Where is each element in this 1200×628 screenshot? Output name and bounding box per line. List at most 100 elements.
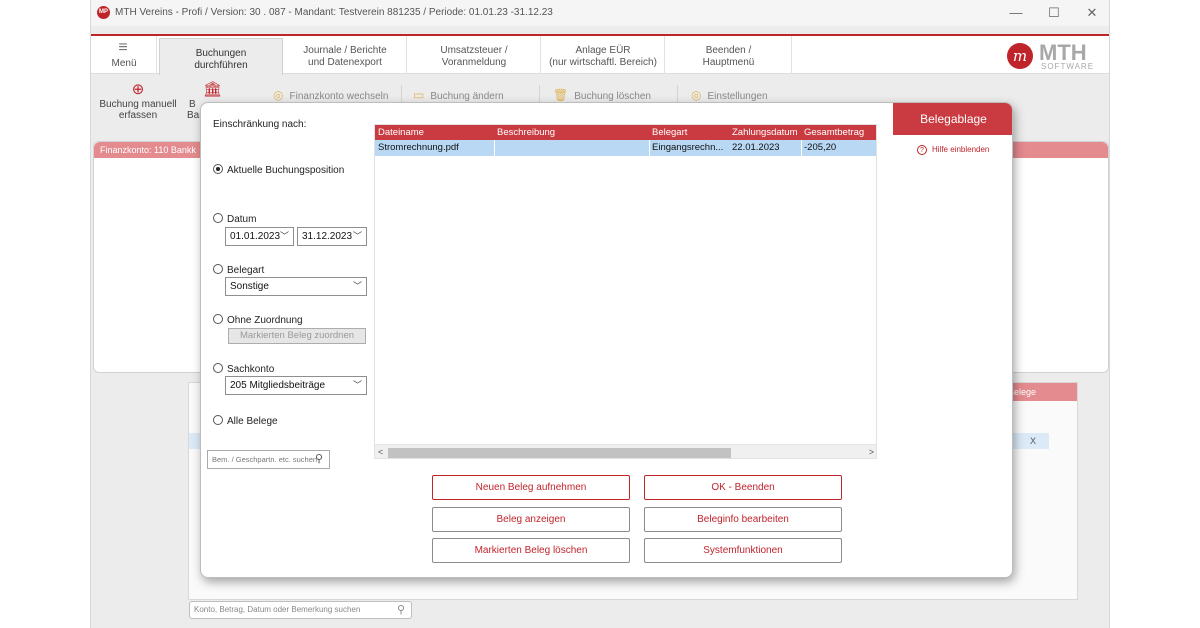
sachkonto-select[interactable]: 205 Mitgliedsbeiträge ﹀	[225, 376, 367, 395]
help-icon: ?	[917, 145, 927, 155]
brand-mark-icon: m	[1007, 43, 1033, 69]
close-button[interactable]: ✕	[1077, 3, 1107, 23]
cell-belegart: Eingangsrechn...	[652, 142, 724, 153]
buchung-manuell-line2: erfassen	[118, 110, 158, 121]
radio-icon	[213, 314, 223, 324]
scroll-right-icon[interactable]: >	[869, 447, 874, 457]
column-header-gesamtbetrag[interactable]: Gesamtbetrag	[804, 127, 864, 138]
menu-label: Menü	[111, 58, 137, 69]
settings-icon: ◎	[691, 88, 702, 102]
radio-sachkonto[interactable]: Sachkonto	[213, 363, 274, 375]
date-to-value: 31.12.2023	[302, 231, 353, 242]
beleg-search-placeholder: Bem. / Geschpartn. etc. suchen	[212, 455, 318, 464]
edit-icon: ▭	[413, 88, 425, 102]
belegart-value: Sonstige	[230, 281, 269, 292]
chevron-down-icon: ﹀	[279, 231, 289, 241]
table-row[interactable]: Stromrechnung.pdf Eingangsrechn... 22.01…	[375, 140, 876, 156]
date-from-select[interactable]: 01.01.2023 ﹀	[225, 227, 294, 246]
tab-buchungen[interactable]: Buchungen durchführen	[159, 38, 283, 76]
column-header-belegart[interactable]: Belegart	[652, 127, 687, 138]
markierten-beleg-zuordnen-button[interactable]: Markierten Beleg zuordnen	[228, 328, 366, 344]
cell-divider	[649, 140, 650, 156]
beleginfo-bearbeiten-button[interactable]: Beleginfo bearbeiten	[644, 507, 842, 532]
scrollbar-thumb[interactable]	[388, 448, 731, 458]
buchung-aendern-label: Buchung ändern	[430, 91, 504, 102]
radio-ohne-zuordnung[interactable]: Ohne Zuordnung	[213, 314, 303, 326]
hilfe-einblenden-link[interactable]: ? Hilfe einblenden	[917, 145, 989, 155]
maximize-button[interactable]: ☐	[1039, 3, 1069, 23]
belegablage-side-panel: Belegablage ? Hilfe einblenden	[893, 103, 1012, 577]
tab-journale-line1: Journale / Berichte	[303, 45, 387, 56]
app-logo-icon: MP	[97, 6, 110, 19]
minimize-button[interactable]: —	[1001, 3, 1031, 23]
tab-umsatzsteuer-line1: Umsatzsteuer /	[440, 45, 508, 56]
filter-title: Einschränkung nach:	[213, 119, 307, 130]
title-bar: MP MTH Vereins - Profi / Version: 30 . 0…	[91, 0, 1109, 26]
hilfe-einblenden-label: Hilfe einblenden	[932, 145, 990, 154]
belege-table: Dateiname Beschreibung Belegart Zahlungs…	[374, 124, 877, 459]
beleg-search-input[interactable]: Bem. / Geschpartn. etc. suchen ⚲	[207, 450, 330, 469]
scroll-left-icon[interactable]: <	[378, 447, 383, 457]
tab-beenden[interactable]: Beenden / Hauptmenü	[666, 36, 792, 74]
buchung-manuell-line1: Buchung manuell	[99, 99, 177, 110]
radio-icon	[213, 363, 223, 373]
trash-icon: 🗑	[553, 88, 569, 102]
hamburger-icon: ≡	[118, 39, 128, 56]
tab-beenden-line1: Beenden /	[705, 45, 752, 56]
belegart-select[interactable]: Sonstige ﹀	[225, 277, 367, 296]
belegablage-dialog: Einschränkung nach: Aktuelle Buchungspos…	[200, 102, 1013, 578]
systemfunktionen-button[interactable]: Systemfunktionen	[644, 538, 842, 563]
tab-anlage-eur-line2: (nur wirtschaftl. Bereich)	[549, 57, 657, 68]
belegablage-title: Belegablage	[893, 103, 1012, 135]
chevron-down-icon: ﹀	[352, 281, 362, 291]
radio-ohne-zuordnung-label: Ohne Zuordnung	[227, 315, 303, 326]
markierten-beleg-loeschen-button[interactable]: Markierten Beleg löschen	[432, 538, 630, 563]
date-to-select[interactable]: 31.12.2023 ﹀	[297, 227, 367, 246]
beleg-anzeigen-button[interactable]: Beleg anzeigen	[432, 507, 630, 532]
horizontal-scrollbar[interactable]: < >	[375, 444, 876, 458]
radio-belegart-label: Belegart	[227, 265, 265, 276]
radio-icon	[213, 415, 223, 425]
column-header-zahlungsdatum[interactable]: Zahlungsdatum	[732, 127, 797, 138]
column-header-dateiname[interactable]: Dateiname	[378, 127, 424, 138]
remove-beleg-button[interactable]: X	[1019, 433, 1047, 449]
tab-anlage-eur-line1: Anlage EÜR	[575, 45, 631, 56]
brand-logo: m MTH SOFTWARE	[1001, 40, 1101, 72]
tab-buchungen-line1: Buchungen	[195, 48, 247, 59]
column-header-beschreibung[interactable]: Beschreibung	[497, 127, 555, 138]
search-icon: ⚲	[396, 604, 405, 616]
finanzkonto-wechseln-label: Finanzkonto wechseln	[289, 91, 389, 102]
tab-beenden-line2: Hauptmenü	[702, 57, 755, 68]
buchung-aendern-button[interactable]: ▭ Buchung ändern	[413, 88, 504, 102]
chevron-down-icon: ﹀	[352, 380, 362, 390]
add-circle-icon: ⊕	[131, 81, 145, 98]
menu-button[interactable]: ≡ Menü	[91, 36, 157, 74]
radio-alle-belege[interactable]: Alle Belege	[213, 415, 278, 427]
tab-umsatzsteuer[interactable]: Umsatzsteuer / Voranmeldung	[408, 36, 541, 74]
buchung-manuell-button[interactable]: ⊕ Buchung manuell erfassen	[97, 81, 179, 121]
radio-icon	[213, 213, 223, 223]
cell-dateiname: Stromrechnung.pdf	[378, 142, 459, 153]
neuen-beleg-aufnehmen-button[interactable]: Neuen Beleg aufnehmen	[432, 475, 630, 500]
radio-icon	[213, 264, 223, 274]
radio-aktuelle-buchungsposition[interactable]: Aktuelle Buchungsposition	[213, 164, 344, 176]
buchung-search-input[interactable]: Konto, Betrag, Datum oder Bemerkung such…	[189, 601, 412, 619]
ok-beenden-button[interactable]: OK - Beenden	[644, 475, 842, 500]
radio-alle-belege-label: Alle Belege	[227, 416, 278, 427]
cell-gesamtbetrag: -205,20	[804, 142, 837, 153]
finanzkonto-wechseln-button[interactable]: ◎ Finanzkonto wechseln	[273, 88, 388, 102]
tab-anlage-eur[interactable]: Anlage EÜR (nur wirtschaftl. Bereich)	[542, 36, 665, 74]
window-title: MTH Vereins - Profi / Version: 30 . 087 …	[115, 7, 553, 18]
buchung-loeschen-label: Buchung löschen	[574, 91, 651, 102]
radio-belegart[interactable]: Belegart	[213, 264, 264, 276]
einstellungen-button[interactable]: ◎ Einstellungen	[691, 88, 768, 102]
radio-datum[interactable]: Datum	[213, 213, 256, 225]
date-from-value: 01.01.2023	[230, 231, 281, 242]
radio-sachkonto-label: Sachkonto	[227, 364, 275, 375]
tab-journale[interactable]: Journale / Berichte und Datenexport	[284, 36, 407, 74]
tab-umsatzsteuer-line2: Voranmeldung	[441, 57, 507, 68]
cell-divider	[494, 140, 495, 156]
tab-buchungen-line2: durchführen	[194, 60, 248, 71]
buchung-loeschen-button[interactable]: 🗑 Buchung löschen	[553, 88, 651, 102]
search-icon: ⚲	[314, 453, 323, 465]
